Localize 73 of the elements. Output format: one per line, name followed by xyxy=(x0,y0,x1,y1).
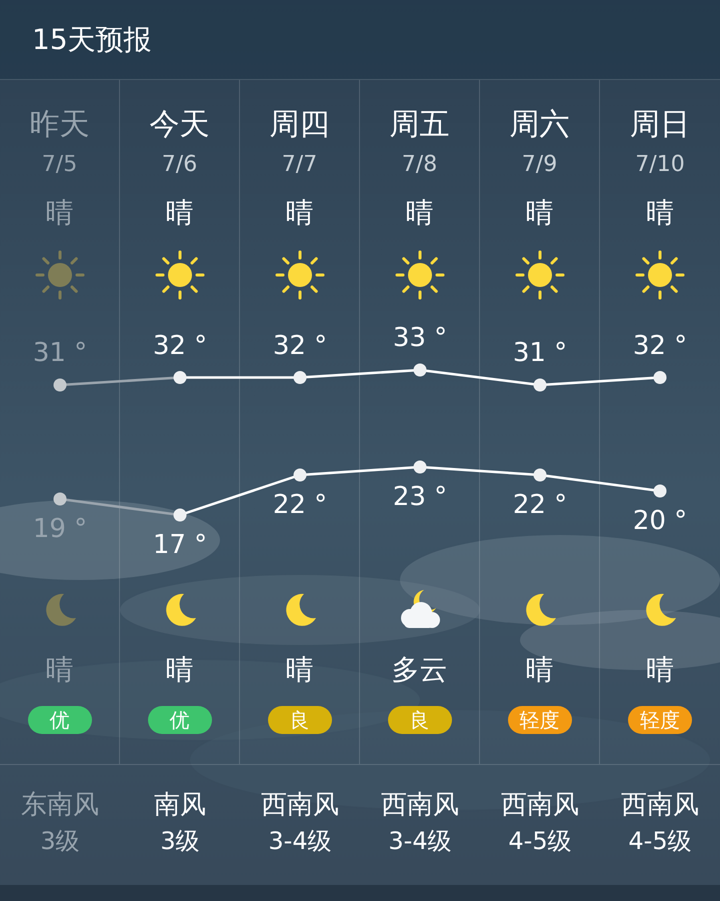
day-name: 周五 xyxy=(390,106,450,144)
temperature-label: 32 ° xyxy=(272,330,328,362)
night-weather: 晴 xyxy=(286,652,314,688)
day-weather: 晴 xyxy=(646,195,674,231)
temperature-label: 22 ° xyxy=(272,489,328,522)
temperature-label: 22 ° xyxy=(512,489,568,522)
wind-direction: 西南风 xyxy=(621,789,699,822)
air-quality-badge: 优 xyxy=(28,706,92,734)
sun-icon xyxy=(514,250,564,300)
temperature-point xyxy=(174,508,186,522)
date-label: 7/6 xyxy=(162,151,198,179)
day-weather: 晴 xyxy=(286,195,314,231)
temperature-point xyxy=(294,468,306,482)
wind-direction: 东南风 xyxy=(21,789,99,822)
day-name: 周六 xyxy=(510,106,570,144)
day-name: 昨天 xyxy=(30,106,90,144)
wind-level: 4-5级 xyxy=(628,826,692,857)
night-weather: 晴 xyxy=(646,652,674,688)
night-weather: 晴 xyxy=(526,652,554,688)
sun-icon xyxy=(34,250,84,300)
wind-level: 3-4级 xyxy=(388,826,452,857)
wind-level: 4-5级 xyxy=(508,826,572,857)
sun-icon xyxy=(394,250,444,300)
date-label: 7/9 xyxy=(522,151,558,179)
wind-direction: 西南风 xyxy=(501,789,579,822)
temperature-point xyxy=(294,371,306,384)
panel-title: 15天预报 xyxy=(32,22,152,58)
wind-direction: 西南风 xyxy=(381,789,459,822)
night-weather: 晴 xyxy=(166,652,194,688)
temperature-label: 31 ° xyxy=(512,337,568,370)
night-weather: 晴 xyxy=(46,652,74,688)
temperature-point xyxy=(654,371,666,384)
temperature-label: 20 ° xyxy=(632,505,688,538)
wind-level: 3-4级 xyxy=(268,826,332,857)
night-weather: 多云 xyxy=(392,652,448,688)
temperature-point xyxy=(54,492,66,506)
temperature-point xyxy=(534,378,546,392)
day-weather: 晴 xyxy=(166,195,194,231)
date-label: 7/5 xyxy=(42,151,78,179)
day-name: 周四 xyxy=(270,106,330,144)
date-label: 7/10 xyxy=(635,151,685,179)
day-name: 周日 xyxy=(630,106,690,144)
temperature-label: 31 ° xyxy=(32,337,88,370)
day-weather: 晴 xyxy=(46,195,74,231)
air-quality-badge: 轻度 xyxy=(628,706,692,734)
sun-icon xyxy=(154,250,204,300)
temperature-point xyxy=(534,468,546,482)
day-weather: 晴 xyxy=(406,195,434,231)
sun-icon xyxy=(274,250,324,300)
date-label: 7/7 xyxy=(282,151,318,179)
day-name: 今天 xyxy=(150,106,210,144)
wind-level: 3级 xyxy=(160,826,200,857)
date-label: 7/8 xyxy=(402,151,438,179)
wind-level: 3级 xyxy=(40,826,80,857)
temperature-point xyxy=(174,371,186,384)
temperature-point xyxy=(414,364,426,376)
wind-direction: 西南风 xyxy=(261,789,339,822)
day-weather: 晴 xyxy=(526,195,554,231)
sun-icon xyxy=(635,250,685,300)
air-quality-badge: 轻度 xyxy=(508,706,572,734)
wind-direction: 南风 xyxy=(154,789,206,822)
temperature-point xyxy=(654,484,666,498)
air-quality-badge: 良 xyxy=(268,706,332,734)
temperature-label: 17 ° xyxy=(152,529,208,562)
air-quality-badge: 良 xyxy=(388,706,452,734)
temperature-point xyxy=(54,378,66,392)
air-quality-badge: 优 xyxy=(148,706,212,734)
temperature-point xyxy=(414,460,426,474)
temperature-label: 33 ° xyxy=(392,322,448,355)
temperature-label: 32 ° xyxy=(152,330,208,362)
temperature-label: 23 ° xyxy=(392,481,448,514)
temperature-label: 32 ° xyxy=(632,330,688,362)
temperature-label: 19 ° xyxy=(32,513,88,546)
